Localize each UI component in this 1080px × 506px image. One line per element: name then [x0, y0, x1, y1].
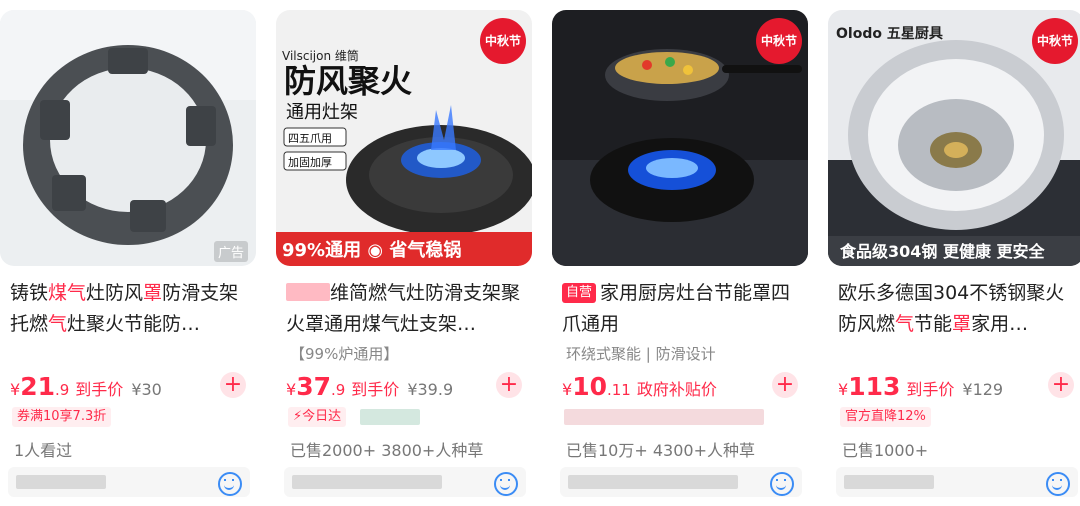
cast-iron-stand-image [0, 10, 256, 266]
product-grid: 广告 铸铁煤气灶防风罩防滑支架托燃气灶聚火节能防… ¥21.9 到手价 ¥30 + … [0, 0, 1080, 506]
blurred-brand [286, 283, 330, 301]
original-price: ¥129 [962, 380, 1004, 399]
product-image[interactable]: 广告 [0, 10, 256, 266]
original-price: ¥30 [131, 380, 162, 399]
product-title[interactable]: 维简燃气灶防滑支架聚火罩通用煤气灶支架… [286, 278, 526, 340]
discount-badge: 官方直降12% [840, 407, 931, 427]
product-image[interactable]: Olodo 五星厨具 食品级304钢 更健康 更安全 中秋节 [828, 10, 1080, 266]
product-subtitle: 环绕式聚能 | 防滑设计 [566, 345, 716, 363]
original-price: ¥39.9 [407, 380, 454, 399]
product-card-2[interactable]: Vilscijon 维筒 防风聚火 通用灶架 四五爪用 加固加厚 99%通用 ◉… [276, 0, 538, 506]
plus-icon[interactable]: + [772, 372, 798, 398]
image-banner-text: 99%通用 ◉ 省气稳锅 [282, 239, 461, 261]
shop-row[interactable] [284, 467, 526, 497]
price-integer: 10 [572, 372, 607, 401]
chat-icon[interactable] [218, 472, 242, 496]
blurred-promo [564, 409, 764, 425]
price-row: ¥113 到手价 ¥129 + [838, 372, 1080, 406]
sold-count: 已售2000+ 3800+人种草 [290, 441, 484, 460]
product-image[interactable]: 中秋节 [552, 10, 808, 266]
image-banner-text: 食品级304钢 更健康 更安全 [839, 242, 1046, 261]
product-title[interactable]: 欧乐多德国304不锈钢聚火防风燃气节能罩家用… [838, 278, 1078, 340]
price-integer: 21 [20, 372, 55, 401]
product-card-4[interactable]: Olodo 五星厨具 食品级304钢 更健康 更安全 中秋节 欧乐多德国304不… [828, 0, 1080, 506]
chat-icon[interactable] [770, 472, 794, 496]
self-operated-tag: 自营 [562, 283, 597, 303]
ad-label: 广告 [213, 241, 248, 262]
blurred-tag [360, 409, 420, 425]
product-subtitle: 【99%炉通用】 [290, 345, 399, 363]
blurred-shop-name [844, 475, 934, 489]
price-tag: 到手价 [75, 380, 124, 399]
festival-badge: 中秋节 [1032, 18, 1078, 64]
product-image[interactable]: Vilscijon 维筒 防风聚火 通用灶架 四五爪用 加固加厚 99%通用 ◉… [276, 10, 532, 266]
price-tag: 到手价 [906, 380, 955, 399]
price-row: ¥21.9 到手价 ¥30 + [10, 372, 252, 406]
chat-icon[interactable] [1046, 472, 1070, 496]
festival-badge: 中秋节 [480, 18, 526, 64]
blurred-shop-name [292, 475, 442, 489]
sold-count: 1人看过 [14, 441, 73, 460]
plus-icon[interactable]: + [1048, 372, 1074, 398]
image-sub-text: 通用灶架 [286, 102, 358, 123]
image-brand-text: Olodo 五星厨具 [836, 26, 943, 42]
product-card-1[interactable]: 广告 铸铁煤气灶防风罩防滑支架托燃气灶聚火节能防… ¥21.9 到手价 ¥30 + … [0, 0, 262, 506]
shop-row[interactable] [836, 467, 1078, 497]
price-integer: 113 [848, 372, 901, 401]
price-row: ¥10.11 政府补贴价 + [562, 372, 804, 406]
blurred-shop-name [16, 475, 106, 489]
plus-icon[interactable]: + [220, 372, 246, 398]
image-brand-text: Vilscijon 维筒 [282, 48, 359, 63]
chat-icon[interactable] [494, 472, 518, 496]
sold-count: 已售1000+ [842, 441, 929, 460]
image-headline-text: 防风聚火 [284, 62, 412, 100]
coupon-badge: 券满10享7.3折 [12, 407, 112, 427]
price-integer: 37 [296, 372, 331, 401]
product-title[interactable]: 铸铁煤气灶防风罩防滑支架托燃气灶聚火节能防… [10, 278, 250, 340]
price-row: ¥37.9 到手价 ¥39.9 + [286, 372, 528, 406]
shop-row[interactable] [560, 467, 802, 497]
price-tag: 政府补贴价 [636, 380, 717, 399]
image-tag-1: 四五爪用 [288, 132, 332, 145]
sold-count: 已售10万+ 4300+人种草 [566, 441, 755, 460]
price-tag: 到手价 [351, 380, 400, 399]
blurred-shop-name [568, 475, 738, 489]
plus-icon[interactable]: + [496, 372, 522, 398]
shop-row[interactable] [8, 467, 250, 497]
product-card-3[interactable]: 中秋节 自营 家用厨房灶台节能罩四爪通用 环绕式聚能 | 防滑设计 ¥10.11 政… [552, 0, 814, 506]
product-title[interactable]: 自营 家用厨房灶台节能罩四爪通用 [562, 278, 802, 340]
delivery-badge: ⚡今日达 [288, 407, 347, 427]
festival-badge: 中秋节 [756, 18, 802, 64]
image-tag-2: 加固加厚 [288, 156, 332, 169]
